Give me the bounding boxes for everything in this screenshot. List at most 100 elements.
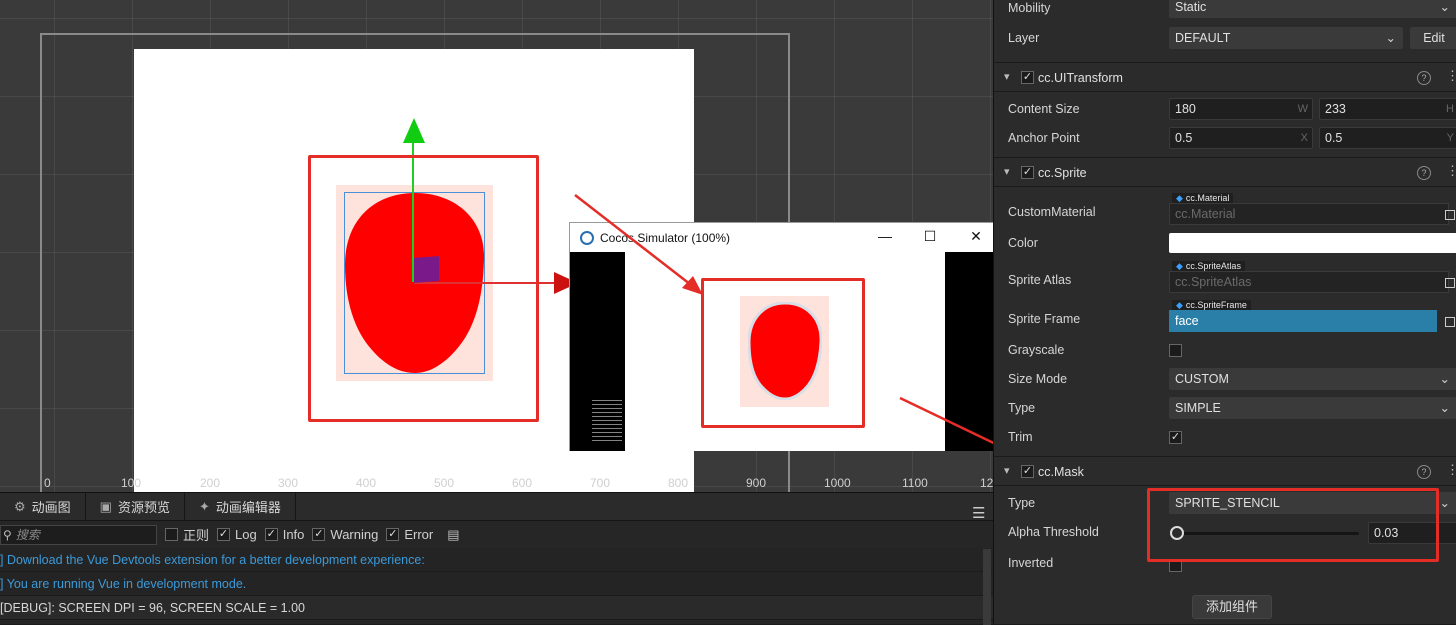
type-row: Type SIMPLE ⌄: [994, 394, 1456, 422]
tag-text: cc.SpriteFrame: [1185, 300, 1247, 310]
filter-label: Error: [404, 527, 434, 542]
tab-asset-preview[interactable]: ▣ 资源预览: [86, 492, 185, 521]
color-label: Color: [1008, 236, 1038, 250]
color-swatch[interactable]: [1169, 233, 1456, 253]
ruler-label: 0: [44, 476, 51, 490]
tag-text: cc.Material: [1185, 193, 1230, 203]
gizmo-y-arrow-icon[interactable]: [403, 118, 425, 144]
checkbox[interactable]: [165, 528, 178, 541]
clear-log-icon[interactable]: ▤: [447, 527, 459, 543]
tab-label: 资源预览: [117, 500, 170, 515]
more-icon[interactable]: ⋮: [1446, 163, 1456, 179]
custom-material-label: CustomMaterial: [1008, 205, 1096, 219]
search-icon: ⚲: [3, 527, 12, 542]
ruler-label: 300: [278, 476, 299, 490]
console-scrollbar[interactable]: [983, 549, 991, 625]
mask-type-label: Type: [1008, 496, 1036, 510]
checkbox[interactable]: ✓: [264, 528, 278, 541]
chevron-down-icon: ⌄: [1439, 496, 1450, 510]
console-tabs: ⚙ 动画图 ▣ 资源预览 ✦ 动画编辑器 ☰: [0, 492, 993, 522]
sprite-frame-row: Sprite Frame ◆ cc.SpriteFrame face: [994, 300, 1456, 333]
filter-regex[interactable]: 正则: [165, 525, 209, 544]
animation-graph-icon: ⚙: [14, 498, 26, 514]
layer-edit-button[interactable]: Edit: [1410, 27, 1456, 49]
trim-label: Trim: [1008, 430, 1033, 444]
uitransform-title: cc.UITransform: [1038, 71, 1123, 85]
collapse-arrow-icon[interactable]: ▾: [1004, 464, 1010, 477]
collapse-arrow-icon[interactable]: ▾: [1004, 70, 1010, 83]
filter-error[interactable]: ✓ Error: [386, 527, 433, 542]
ruler-label: 200: [200, 476, 221, 490]
size-mode-label: Size Mode: [1008, 372, 1068, 386]
checkbox[interactable]: ✓: [312, 528, 326, 541]
mask-section-header[interactable]: ▾ ✓ cc.Mask ? ⋮: [994, 456, 1456, 486]
add-component-button[interactable]: 添加组件: [1192, 595, 1272, 619]
anchor-x-value: 0.5: [1175, 131, 1193, 145]
ruler-label: 100: [121, 476, 142, 490]
size-mode-select[interactable]: CUSTOM ⌄: [1169, 368, 1456, 390]
enable-checkbox[interactable]: ✓: [1021, 166, 1034, 179]
type-label: Type: [1008, 401, 1036, 415]
annotation-box-mask: [1147, 488, 1439, 562]
help-icon[interactable]: ?: [1417, 465, 1431, 479]
custom-material-row: CustomMaterial ◆ cc.Material cc.Material: [994, 193, 1456, 226]
axis-label: W: [1297, 103, 1308, 115]
anchor-y-input[interactable]: 0.5 Y: [1319, 127, 1456, 149]
mask-title: cc.Mask: [1038, 465, 1084, 479]
checkbox[interactable]: ✓: [217, 528, 231, 541]
type-select[interactable]: SIMPLE ⌄: [1169, 397, 1456, 419]
custom-material-field[interactable]: cc.Material: [1169, 203, 1449, 225]
sprite-atlas-field[interactable]: cc.SpriteAtlas: [1169, 271, 1449, 293]
filter-info[interactable]: ✓ Info: [264, 527, 305, 542]
axis-label: Y: [1446, 132, 1454, 144]
sprite-section-header[interactable]: ▾ ✓ cc.Sprite ? ⋮: [994, 157, 1456, 187]
more-icon[interactable]: ⋮: [1446, 462, 1456, 478]
chevron-down-icon: ⌄: [1439, 401, 1450, 415]
content-width-value: 180: [1175, 102, 1196, 116]
console-panel: ⚙ 动画图 ▣ 资源预览 ✦ 动画编辑器 ☰ ⚲ 搜索 正则 ✓ Log ✓ Inf…: [0, 492, 993, 625]
layer-label: Layer: [1008, 31, 1040, 45]
tag-text: cc.SpriteAtlas: [1185, 261, 1241, 271]
menu-icon[interactable]: ☰: [972, 504, 985, 522]
mobility-select[interactable]: Static ⌄: [1169, 0, 1456, 18]
layer-select[interactable]: DEFAULT ⌄: [1169, 27, 1403, 49]
enable-checkbox[interactable]: ✓: [1021, 71, 1034, 84]
inverted-label: Inverted: [1008, 556, 1054, 570]
search-input[interactable]: ⚲ 搜索: [0, 524, 157, 545]
mobility-label: Mobility: [1008, 1, 1051, 15]
grayscale-checkbox[interactable]: [1169, 344, 1182, 357]
anchor-point-row: Anchor Point 0.5 X 0.5 Y: [994, 124, 1456, 152]
content-width-input[interactable]: 180 W: [1169, 98, 1313, 120]
anchor-y-value: 0.5: [1325, 131, 1343, 145]
filter-log[interactable]: ✓ Log: [217, 527, 257, 542]
more-icon[interactable]: ⋮: [1446, 68, 1456, 84]
mobility-value: Static: [1175, 0, 1207, 14]
asset-picker-icon[interactable]: [1445, 278, 1455, 288]
ruler-label: 400: [356, 476, 377, 490]
enable-checkbox[interactable]: ✓: [1021, 465, 1034, 478]
sprite-atlas-label: Sprite Atlas: [1008, 273, 1072, 287]
animation-editor-icon: ✦: [198, 498, 210, 514]
trim-row: Trim ✓: [994, 423, 1456, 451]
checkbox[interactable]: ✓: [386, 528, 400, 541]
collapse-arrow-icon[interactable]: ▾: [1004, 165, 1010, 178]
asset-picker-icon[interactable]: [1445, 317, 1455, 327]
uitransform-section-header[interactable]: ▾ ✓ cc.UITransform ? ⋮: [994, 62, 1456, 92]
asset-picker-icon[interactable]: [1445, 210, 1455, 220]
anchor-x-input[interactable]: 0.5 X: [1169, 127, 1313, 149]
filter-warning[interactable]: ✓ Warning: [312, 527, 378, 542]
sprite-frame-field[interactable]: face: [1169, 310, 1437, 332]
log-line: [DEBUG]: SCREEN DPI = 96, SCREEN SCALE =…: [0, 596, 993, 620]
asset-preview-icon: ▣: [99, 498, 112, 514]
content-height-value: 233: [1325, 102, 1346, 116]
filter-label: Info: [282, 527, 305, 542]
tab-animation-graph[interactable]: ⚙ 动画图: [0, 492, 86, 521]
alpha-threshold-label: Alpha Threshold: [1008, 525, 1099, 539]
trim-checkbox[interactable]: ✓: [1169, 431, 1182, 444]
layer-row: Layer DEFAULT ⌄ Edit: [994, 24, 1456, 52]
content-height-input[interactable]: 233 H: [1319, 98, 1456, 120]
axis-label: X: [1300, 132, 1308, 144]
tab-animation-editor[interactable]: ✦ 动画编辑器: [185, 492, 296, 521]
help-icon[interactable]: ?: [1417, 71, 1431, 85]
help-icon[interactable]: ?: [1417, 166, 1431, 180]
